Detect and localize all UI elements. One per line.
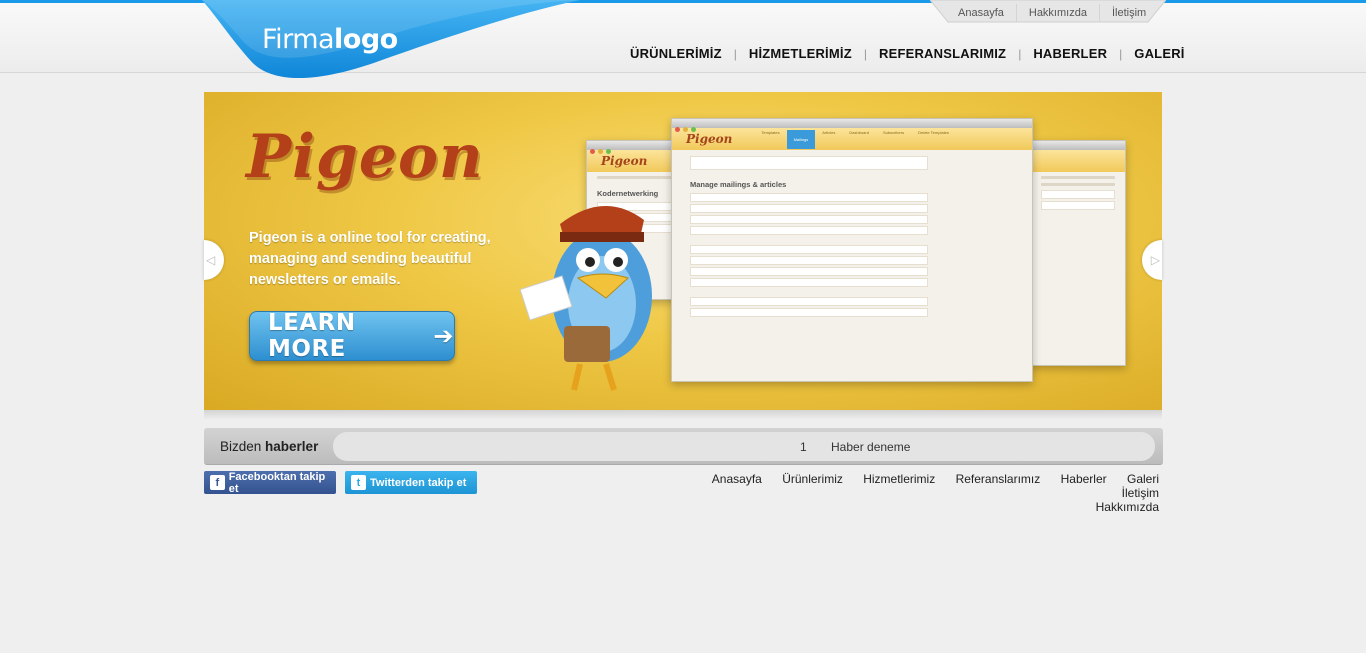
news-ticker: Bizden haberler 1 Haber deneme (204, 428, 1163, 465)
placeholder-row (690, 297, 928, 306)
app-screenshot-main: Pigeon Templates Mailings Articles Dashb… (671, 118, 1033, 382)
footer-link-hizmetlerimiz[interactable]: Hizmetlerimiz (863, 472, 935, 486)
slide-description: Pigeon is a online tool for creating, ma… (249, 230, 491, 288)
twitter-follow-label: Twitterden takip et (370, 476, 467, 489)
learn-more-label: LEARN MORE (268, 310, 356, 362)
footer-link-galeri[interactable]: Galeri (1127, 472, 1159, 486)
placeholder-row (690, 267, 928, 276)
main-nav: ÜRÜNLERİMİZ | HİZMETLERİMİZ | REFERANSLA… (630, 46, 1185, 61)
news-item-number: 1 (800, 440, 807, 454)
nav-separator: | (1119, 46, 1123, 61)
placeholder-line (1041, 183, 1115, 186)
placeholder-row (1041, 190, 1115, 199)
slide-title: Pigeon (246, 122, 484, 192)
site-logo[interactable]: Firmalogo (202, 0, 582, 82)
arrow-right-icon: ▷ (1150, 253, 1160, 267)
placeholder-row (690, 193, 928, 202)
footer-link-urunlerimiz[interactable]: Ürünlerimiz (782, 472, 843, 486)
app-tab: Delete Templates (918, 129, 949, 135)
app-tab: Subscribers (882, 129, 905, 135)
footer-link-referanslarimiz[interactable]: Referanslarımız (956, 472, 1041, 486)
nav-hizmetlerimiz[interactable]: HİZMETLERİMİZ (749, 46, 852, 61)
nav-separator: | (733, 46, 737, 61)
twitter-icon: t (351, 475, 366, 490)
placeholder-row (690, 308, 928, 317)
top-links-bar: Anasayfa Hakkımızda İletişim (930, 0, 1166, 23)
app-header-bar (1031, 150, 1125, 172)
footer-link-haberler[interactable]: Haberler (1061, 472, 1107, 486)
news-track: 1 Haber deneme (333, 432, 1155, 461)
placeholder-row (1041, 201, 1115, 210)
arrow-right-icon: ➔ (433, 322, 454, 350)
logo-text: Firmalogo (262, 24, 398, 55)
placeholder-row (690, 156, 928, 170)
pigeon-mascot-icon (520, 205, 652, 391)
nav-haberler[interactable]: HABERLER (1033, 46, 1107, 61)
footer-nav: Anasayfa Ürünlerimiz Hizmetlerimiz Refer… (649, 472, 1159, 514)
window-titlebar (672, 119, 1032, 132)
app-section-heading: Manage mailings & articles (690, 180, 787, 189)
nav-separator: | (863, 46, 867, 61)
footer-link-hakkimizda[interactable]: Hakkımızda (1096, 500, 1159, 514)
placeholder-row (690, 226, 928, 235)
app-logo: Pigeon (686, 132, 733, 146)
nav-separator: | (1018, 46, 1022, 61)
news-item-link[interactable]: Haber deneme (831, 440, 910, 454)
footer-link-iletisim[interactable]: İletişim (1122, 486, 1159, 500)
facebook-follow-label: Facebooktan takip et (228, 470, 326, 495)
twitter-follow-button[interactable]: t Twitterden takip et (345, 471, 477, 494)
app-header-bar: Pigeon Templates Mailings Articles Dashb… (672, 128, 1032, 150)
placeholder-row (690, 245, 928, 254)
nav-galeri[interactable]: GALERİ (1134, 46, 1184, 61)
nav-urunlerimiz[interactable]: ÜRÜNLERİMİZ (630, 46, 722, 61)
placeholder-row (690, 256, 928, 265)
app-screenshot-back-right (1030, 140, 1126, 366)
top-link-hakkimizda[interactable]: Hakkımızda (1017, 4, 1100, 22)
placeholder-row (690, 278, 928, 287)
app-tab-active: Mailings (786, 129, 816, 149)
top-link-iletisim[interactable]: İletişim (1100, 4, 1158, 22)
placeholder-row (690, 204, 928, 213)
slider-shadow (204, 410, 1162, 420)
facebook-follow-button[interactable]: f Facebooktan takip et (204, 470, 336, 495)
learn-more-button[interactable]: LEARN MORE ➔ (249, 310, 455, 362)
app-logo-small: Pigeon (601, 154, 648, 168)
top-link-anasayfa[interactable]: Anasayfa (946, 4, 1017, 22)
footer-link-anasayfa[interactable]: Anasayfa (712, 472, 762, 486)
app-tab: Articles (822, 129, 836, 135)
placeholder-line (1041, 176, 1115, 179)
nav-referanslarimiz[interactable]: REFERANSLARIMIZ (879, 46, 1006, 61)
placeholder-row (690, 215, 928, 224)
app-tab: Templates (761, 129, 780, 135)
app-tabs: Templates Mailings Articles Dashboard Su… (754, 129, 956, 149)
facebook-icon: f (210, 475, 225, 490)
app-tab: Dashboard (849, 129, 869, 135)
arrow-left-icon: ◁ (206, 253, 216, 267)
window-titlebar (1031, 141, 1125, 150)
hero-slider: Pigeon Pigeon is a online tool for creat… (204, 92, 1162, 410)
news-label: Bizden haberler (220, 439, 319, 454)
